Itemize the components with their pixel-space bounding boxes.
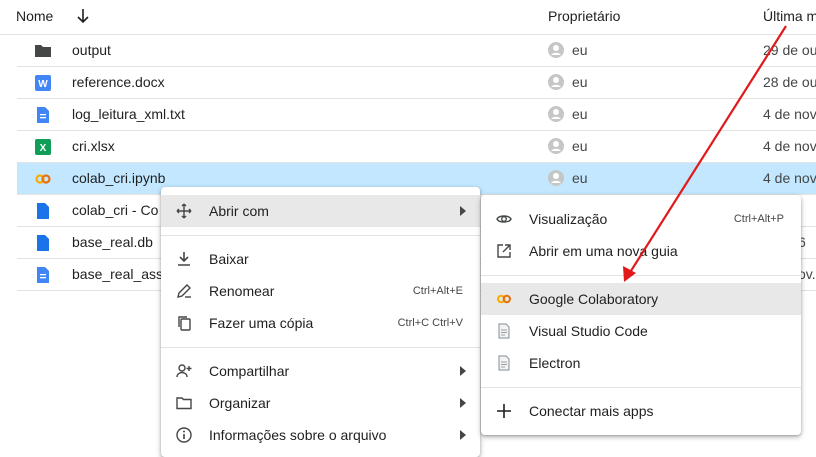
file-name: base_real_ass: [72, 266, 164, 282]
shortcut-hint: Ctrl+Alt+P: [733, 213, 784, 225]
open-in-new-icon: [497, 244, 511, 258]
divider: [481, 387, 801, 388]
sort-arrow-down-icon[interactable]: [76, 8, 90, 24]
file-name: colab_cri.ipynb: [72, 170, 166, 186]
menu-label: Google Colaboratory: [529, 291, 659, 307]
menu-label: Electron: [529, 355, 581, 371]
text-doc-icon: [37, 107, 49, 123]
svg-text:X: X: [40, 143, 47, 154]
text-doc-icon: [37, 267, 49, 283]
menu-item-vscode[interactable]: Visual Studio Code: [481, 315, 801, 347]
menu-item-file-info[interactable]: Informações sobre o arquivo: [161, 419, 480, 451]
file-owner: eu: [572, 74, 588, 90]
info-icon: [176, 427, 192, 443]
file-date: 29 de ou: [763, 42, 816, 58]
menu-item-connect-more-apps[interactable]: Conectar mais apps: [481, 395, 801, 427]
menu-label: Compartilhar: [209, 363, 290, 379]
menu-label: Baixar: [209, 251, 249, 267]
excel-icon: X: [35, 139, 51, 155]
avatar-icon: [548, 42, 564, 58]
move-arrows-icon: [176, 203, 192, 219]
menu-label: Renomear: [209, 283, 275, 299]
menu-label: Visual Studio Code: [529, 323, 648, 339]
divider: [161, 235, 480, 236]
chevron-right-icon: [460, 430, 466, 440]
download-icon: [178, 252, 190, 266]
menu-item-download[interactable]: Baixar: [161, 243, 480, 275]
chevron-right-icon: [460, 206, 466, 216]
file-row-log-leitura[interactable]: log_leitura_xml.txt eu 4 de nov: [17, 99, 816, 131]
avatar-icon: [548, 74, 564, 90]
chevron-right-icon: [460, 398, 466, 408]
copy-icon: [178, 316, 191, 331]
file-name: cri.xlsx: [72, 138, 115, 154]
menu-label: Abrir com: [209, 203, 269, 219]
generic-file-icon: [498, 323, 510, 339]
menu-label: Fazer uma cópia: [209, 315, 314, 331]
column-owner[interactable]: Proprietário: [548, 8, 620, 24]
divider: [161, 347, 480, 348]
file-row-output[interactable]: output eu 29 de ou: [17, 35, 816, 67]
colab-icon: [496, 294, 512, 304]
file-owner: eu: [572, 106, 588, 122]
menu-item-preview[interactable]: Visualização Ctrl+Alt+P: [481, 203, 801, 235]
menu-item-electron[interactable]: Electron: [481, 347, 801, 379]
menu-label: Informações sobre o arquivo: [209, 427, 387, 443]
file-name: base_real.db: [72, 234, 153, 250]
file-owner: eu: [572, 138, 588, 154]
colab-icon: [35, 174, 51, 184]
file-date: 4 de nov: [763, 106, 816, 122]
file-name: colab_cri - Co: [72, 202, 159, 218]
doc-icon: [37, 203, 49, 219]
menu-label: Conectar mais apps: [529, 403, 654, 419]
shortcut-hint: Ctrl+Alt+E: [412, 285, 463, 297]
file-date: 4 de nov: [763, 138, 816, 154]
file-name: log_leitura_xml.txt: [72, 106, 185, 122]
file-name: output: [72, 42, 111, 58]
doc-icon: [37, 235, 49, 251]
shortcut-hint: Ctrl+C Ctrl+V: [397, 317, 463, 329]
file-list-header: Nome Proprietário Última m: [0, 0, 816, 35]
pencil-icon: [177, 284, 191, 298]
word-doc-icon: W: [35, 75, 51, 91]
svg-text:W: W: [38, 79, 48, 90]
add-person-icon: [176, 364, 192, 378]
context-menu: Abrir com Baixar Renomear Ctrl+Alt+E Faz…: [161, 187, 480, 457]
eye-icon: [496, 215, 512, 223]
chevron-right-icon: [460, 366, 466, 376]
file-row-reference-docx[interactable]: W reference.docx eu 28 de ou: [17, 67, 816, 99]
menu-item-rename[interactable]: Renomear Ctrl+Alt+E: [161, 275, 480, 307]
file-name: reference.docx: [72, 74, 165, 90]
menu-item-open-new-tab[interactable]: Abrir em uma nova guia: [481, 235, 801, 267]
file-owner: eu: [572, 170, 588, 186]
file-row-cri-xlsx[interactable]: X cri.xlsx eu 4 de nov: [17, 131, 816, 163]
file-date: 28 de ou: [763, 74, 816, 90]
avatar-icon: [548, 106, 564, 122]
file-date: 4 de nov: [763, 170, 816, 186]
file-owner: eu: [572, 42, 588, 58]
menu-label: Visualização: [529, 211, 608, 227]
menu-label: Abrir em uma nova guia: [529, 243, 678, 259]
open-with-submenu: Visualização Ctrl+Alt+P Abrir em uma nov…: [481, 195, 801, 435]
avatar-icon: [548, 170, 564, 186]
column-modified[interactable]: Última m: [763, 8, 816, 24]
column-name[interactable]: Nome: [16, 8, 53, 24]
menu-item-open-with[interactable]: Abrir com: [161, 195, 480, 227]
menu-item-make-copy[interactable]: Fazer uma cópia Ctrl+C Ctrl+V: [161, 307, 480, 339]
folder-icon: [35, 45, 51, 57]
divider: [481, 275, 801, 276]
plus-icon: [497, 404, 511, 418]
menu-item-organize[interactable]: Organizar: [161, 387, 480, 419]
generic-file-icon: [498, 355, 510, 371]
menu-label: Organizar: [209, 395, 271, 411]
menu-item-share[interactable]: Compartilhar: [161, 355, 480, 387]
avatar-icon: [548, 138, 564, 154]
folder-outline-icon: [176, 397, 192, 410]
menu-item-google-colaboratory[interactable]: Google Colaboratory: [481, 283, 801, 315]
